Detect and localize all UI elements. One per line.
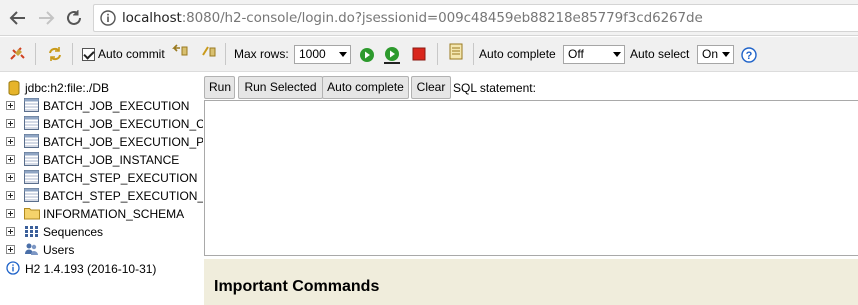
tree-item-label: INFORMATION_SCHEMA [43,207,185,221]
tree-item[interactable]: BATCH_JOB_EXECUTION_C [0,115,203,133]
table-icon [24,134,39,149]
tree-item-label: BATCH_STEP_EXECUTION_ [43,189,203,203]
info-icon[interactable] [100,10,116,26]
auto-select-label: Auto select [630,47,690,61]
sql-statement-label: SQL statement: [453,81,536,95]
toolbar-separator [473,43,474,65]
tree-item-label: BATCH_JOB_INSTANCE [43,153,180,167]
url-path: :8080/h2-console/login.do?jsessionid=009… [181,10,703,26]
run-selected-icon[interactable] [383,46,401,64]
h2-toolbar: Auto commit Max rows: 1000 Auto complete… [0,37,858,72]
tree-item-label: BATCH_STEP_EXECUTION [43,171,198,185]
tree-root[interactable]: jdbc:h2:file:./DB [0,79,203,97]
tree-root-label: jdbc:h2:file:./DB [25,81,110,95]
tree-item-label: BATCH_JOB_EXECUTION_C [43,117,203,131]
auto-complete-value: Off [568,47,584,61]
tree-item-label: Sequences [43,225,104,239]
auto-complete-select[interactable]: Off [563,45,625,64]
tree-item[interactable]: BATCH_STEP_EXECUTION_ [0,187,203,205]
expand-icon[interactable] [6,101,15,110]
help-panel: Important Commands [204,259,858,305]
auto-commit-checkbox[interactable] [82,48,95,61]
tree-item[interactable]: BATCH_JOB_EXECUTION_P [0,133,203,151]
tree-item[interactable]: BATCH_STEP_EXECUTION [0,169,203,187]
help-icon-glyph: ? [746,50,753,62]
sequences-icon [24,224,39,239]
auto-commit-label: Auto commit [98,47,165,61]
schema-tree: jdbc:h2:file:./DB BATCH_JOB_EXECUTION BA… [0,73,203,305]
table-icon [24,98,39,113]
version-info: H2 1.4.193 (2016-10-31) [0,260,203,278]
run-button[interactable]: Run [204,76,235,99]
expand-icon[interactable] [6,137,15,146]
clear-button[interactable]: Clear [411,76,451,99]
commit-icon[interactable] [200,43,218,61]
auto-select-select[interactable]: On [697,45,734,64]
run-icon[interactable] [358,46,376,64]
chevron-down-icon [339,52,347,57]
expand-icon[interactable] [6,155,15,164]
toolbar-separator [35,43,36,65]
table-icon [24,188,39,203]
chevron-down-icon [722,52,730,57]
info-icon [6,261,21,276]
tree-item[interactable]: BATCH_JOB_EXECUTION [0,97,203,115]
max-rows-label: Max rows: [234,47,289,61]
tree-item[interactable]: BATCH_JOB_INSTANCE [0,151,203,169]
users-icon [24,242,39,257]
tree-item[interactable]: INFORMATION_SCHEMA [0,205,203,223]
important-commands-heading: Important Commands [214,278,380,295]
expand-icon[interactable] [6,191,15,200]
expand-icon[interactable] [6,173,15,182]
refresh-icon[interactable] [46,45,64,63]
max-rows-value: 1000 [299,47,326,61]
auto-complete-label: Auto complete [479,47,556,61]
tree-item-label: Users [43,243,75,257]
browser-toolbar: localhost:8080/h2-console/login.do?jsess… [0,0,858,36]
history-icon[interactable] [447,43,465,61]
run-selected-button[interactable]: Run Selected [238,76,323,99]
url-text: localhost:8080/h2-console/login.do?jsess… [122,10,703,26]
tree-item-label: BATCH_JOB_EXECUTION_P [43,135,203,149]
stop-icon[interactable] [410,45,428,63]
database-icon [7,80,22,96]
forward-arrow-icon[interactable] [34,6,58,30]
version-label: H2 1.4.193 (2016-10-31) [25,262,157,276]
chevron-down-icon [613,52,621,57]
expand-icon[interactable] [6,209,15,218]
reload-icon[interactable] [62,6,86,30]
table-icon [24,116,39,131]
address-bar[interactable]: localhost:8080/h2-console/login.do?jsess… [93,4,858,32]
max-rows-select[interactable]: 1000 [294,45,351,64]
toolbar-separator [72,43,73,65]
tree-item-label: BATCH_JOB_EXECUTION [43,99,190,113]
expand-icon[interactable] [6,119,15,128]
help-icon[interactable]: ? [740,46,758,64]
url-host: localhost [122,10,182,26]
toolbar-separator [225,43,226,65]
expand-icon[interactable] [6,245,15,254]
folder-icon [24,206,40,221]
rollback-icon[interactable] [171,43,189,61]
table-icon [24,170,39,185]
auto-complete-button[interactable]: Auto complete [322,76,409,99]
toolbar-separator [437,43,438,65]
expand-icon[interactable] [6,227,15,236]
sql-editor[interactable] [204,100,858,256]
back-arrow-icon[interactable] [6,6,30,30]
disconnect-icon[interactable] [9,45,27,63]
tree-item[interactable]: Users [0,241,203,259]
auto-select-value: On [702,47,719,61]
table-icon [24,152,39,167]
tree-item[interactable]: Sequences [0,223,203,241]
